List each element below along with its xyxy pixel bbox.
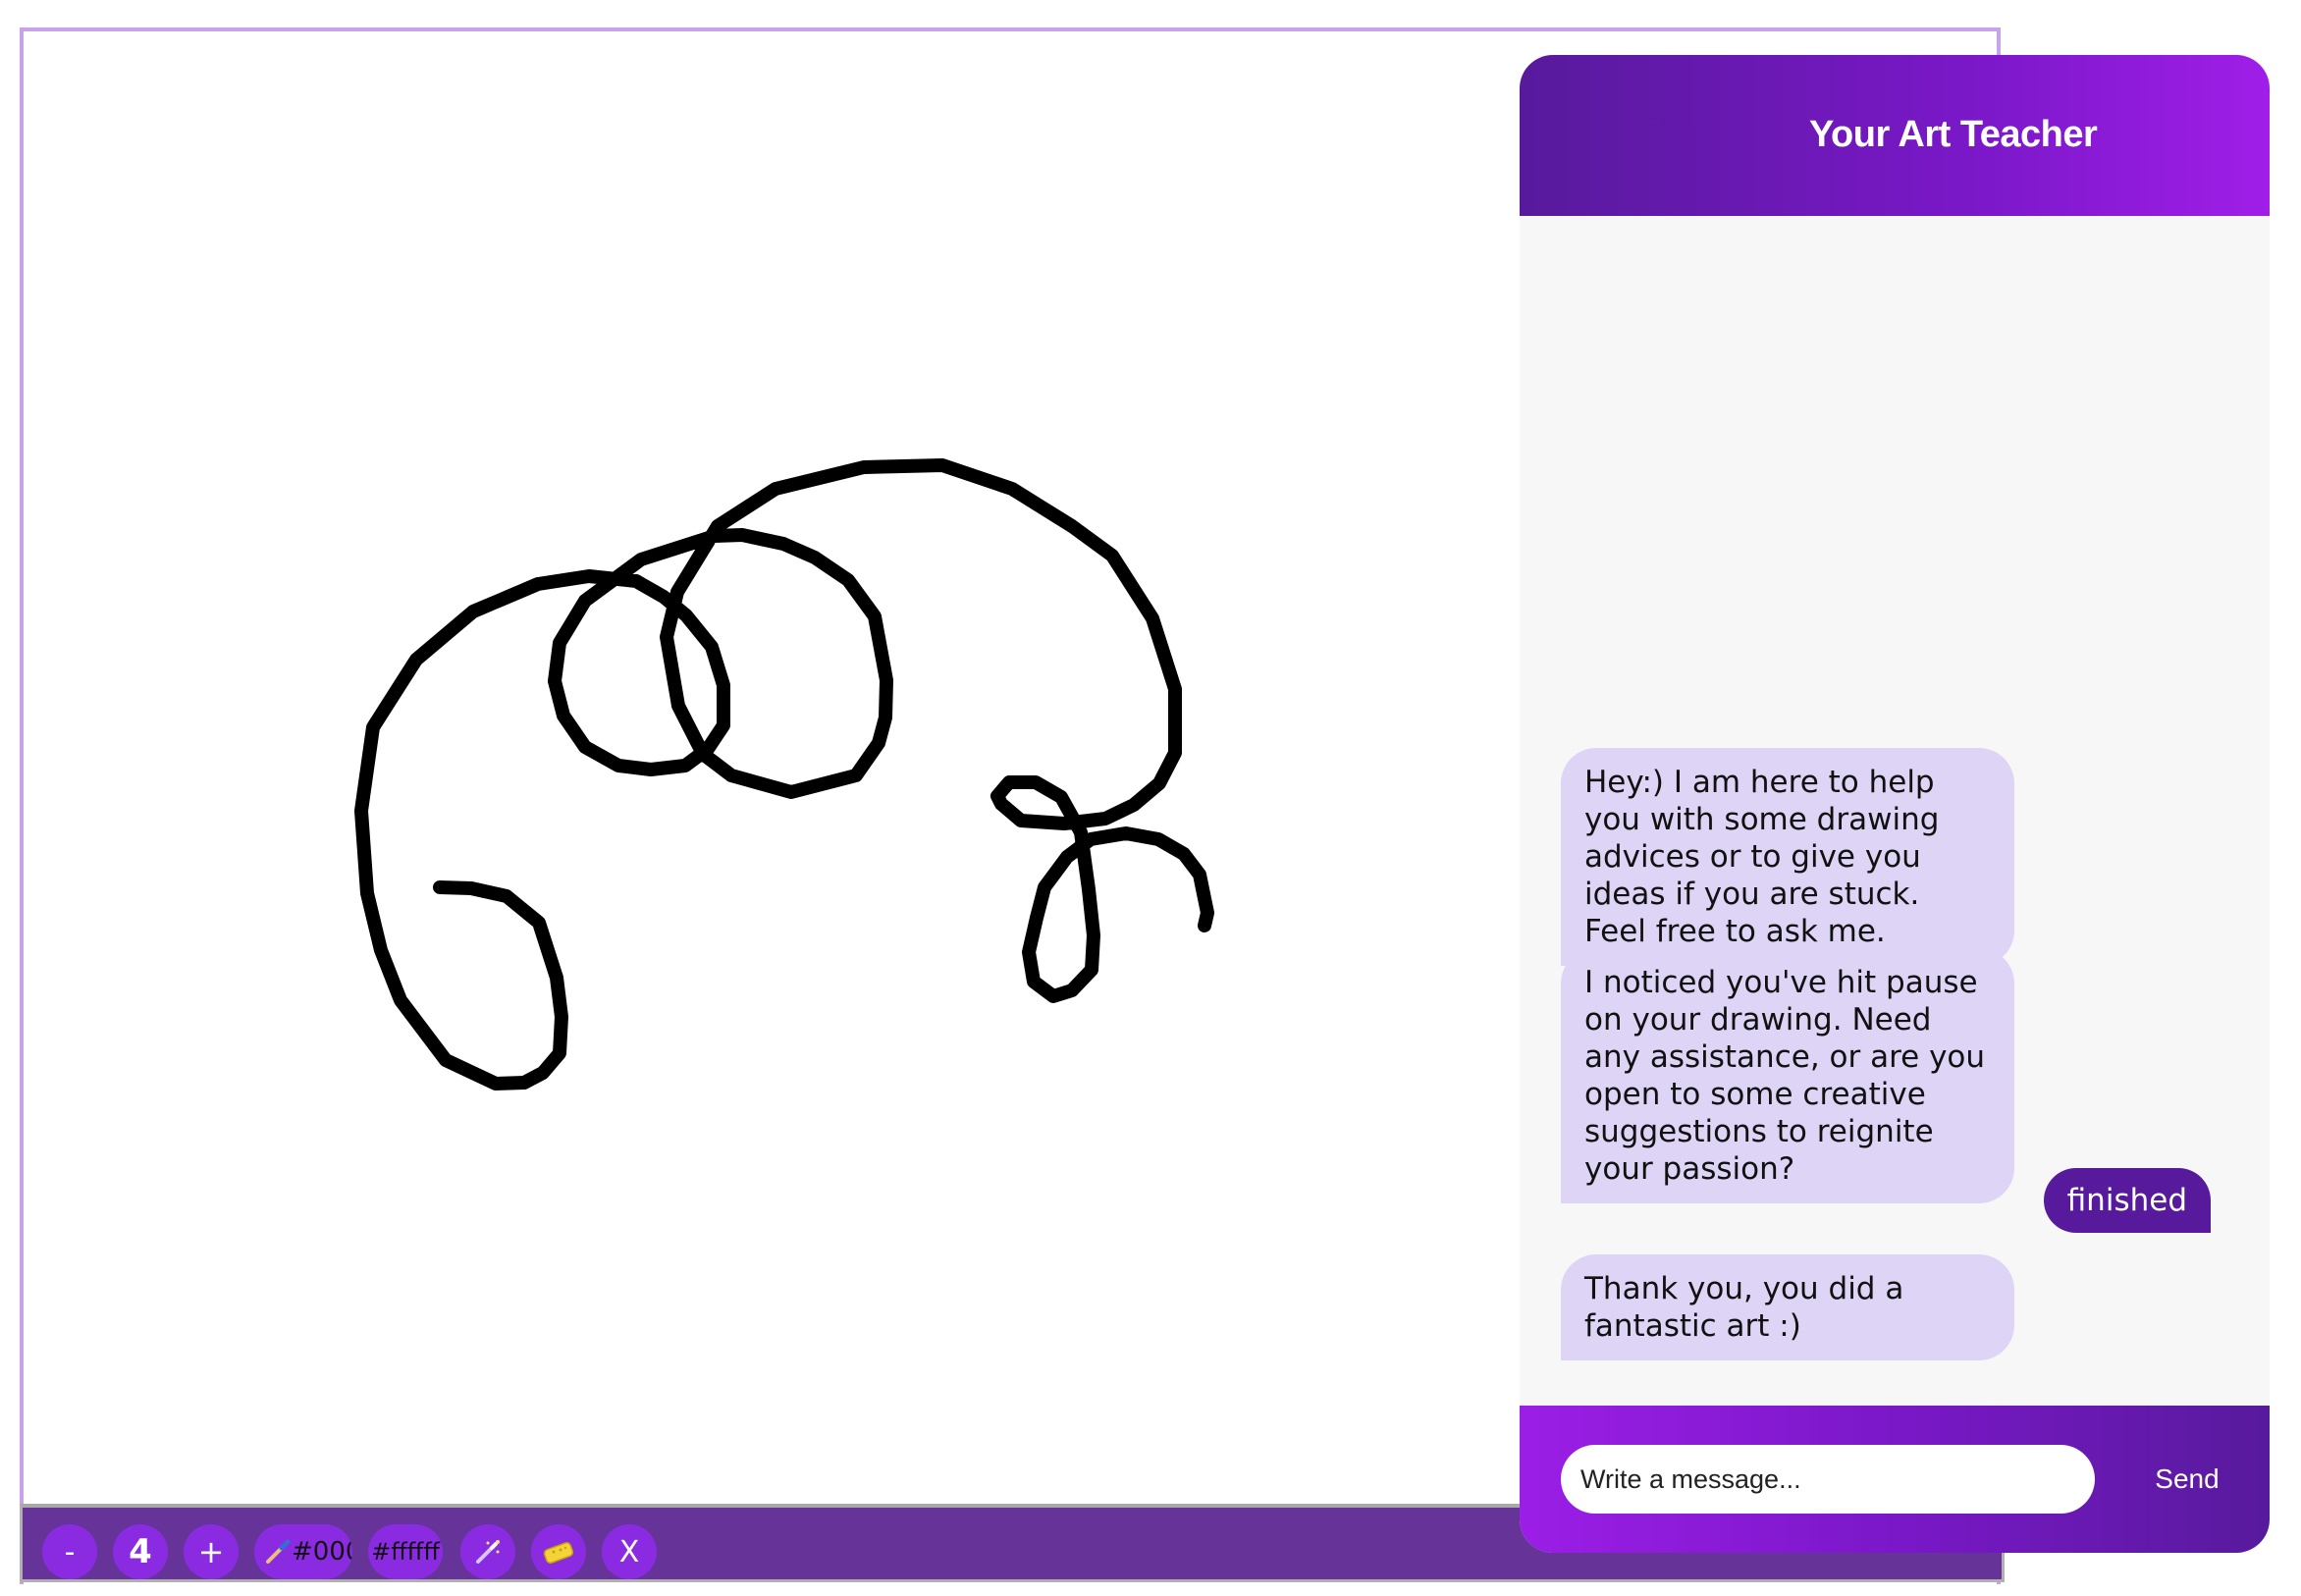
chat-panel: Your Art Teacher Hey:) I am here to help… [1520, 55, 2270, 1553]
magic-button[interactable] [460, 1524, 515, 1579]
teacher-message: I noticed you've hit pause on your drawi… [1561, 948, 2014, 1203]
message-input[interactable] [1561, 1445, 2095, 1514]
teacher-message: Hey:) I am here to help you with some dr… [1561, 748, 2014, 966]
brush-icon [264, 1538, 292, 1566]
send-button[interactable]: Send [2128, 1445, 2246, 1514]
decrease-brush-size-button[interactable]: - [42, 1524, 97, 1579]
brush-size-value: 4 [113, 1524, 168, 1579]
chat-messages: Hey:) I am here to help you with some dr… [1520, 216, 2270, 1406]
chat-header: Your Art Teacher [1520, 55, 2270, 216]
eraser-button[interactable] [531, 1524, 586, 1579]
increase-brush-size-button[interactable]: + [184, 1524, 239, 1579]
magic-wand-icon [473, 1537, 503, 1567]
chat-title: Your Art Teacher [1809, 114, 2098, 155]
brush-color-value: #000 [292, 1537, 352, 1567]
clear-canvas-button[interactable]: X [602, 1524, 657, 1579]
teacher-message: Thank you, you did a fantastic art :) [1561, 1254, 2014, 1360]
background-color-picker[interactable]: #ffffff [368, 1524, 443, 1579]
background-color-value: #ffffff [371, 1538, 440, 1566]
sponge-eraser-icon [542, 1539, 575, 1565]
freehand-stroke [354, 458, 1214, 1091]
user-message: finished [2043, 1168, 2211, 1233]
brush-color-picker[interactable]: #000 [254, 1524, 352, 1579]
chat-footer: Send [1520, 1406, 2270, 1553]
